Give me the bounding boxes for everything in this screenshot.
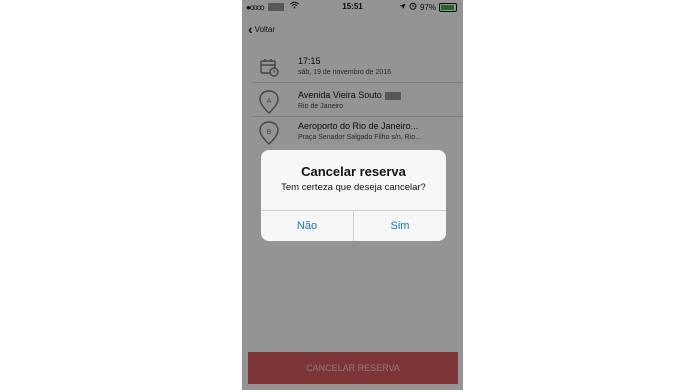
dialog-title: Cancelar reserva bbox=[301, 164, 406, 179]
cancel-dialog: Cancelar reserva Tem certeza que deseja … bbox=[261, 150, 446, 241]
dialog-message: Tem certeza que deseja cancelar? bbox=[281, 182, 426, 193]
phone-screen: ●oooo 15:51 97% ‹ Voltar 17:15 sáb, 19 d… bbox=[242, 0, 463, 390]
yes-button[interactable]: Sim bbox=[354, 211, 446, 241]
no-button[interactable]: Não bbox=[261, 211, 353, 241]
